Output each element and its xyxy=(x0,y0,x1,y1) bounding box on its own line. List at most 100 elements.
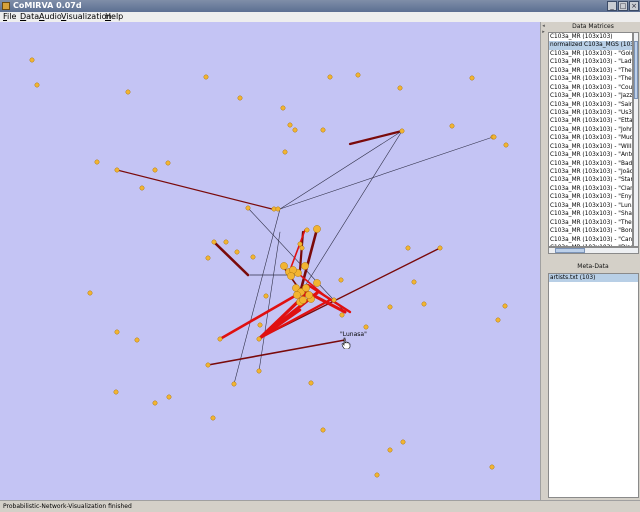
network-node[interactable] xyxy=(331,297,337,303)
network-node[interactable] xyxy=(387,447,393,453)
network-node[interactable] xyxy=(166,394,172,400)
network-node[interactable] xyxy=(125,89,131,95)
list-item[interactable]: C103a_MR (103x103) - "Lunasa" xyxy=(549,202,632,210)
network-node[interactable] xyxy=(293,291,301,299)
network-node[interactable] xyxy=(263,293,269,299)
network-node[interactable] xyxy=(374,472,380,478)
network-node[interactable] xyxy=(489,464,495,470)
list-item[interactable]: C103a_MR (103x103) xyxy=(549,33,632,41)
network-node[interactable] xyxy=(320,127,326,133)
menu-file[interactable]: File xyxy=(3,12,16,22)
minimize-button[interactable]: _ xyxy=(607,1,617,11)
network-node[interactable] xyxy=(29,57,35,63)
network-node[interactable] xyxy=(280,105,286,111)
menu-visualization[interactable]: Visualization xyxy=(61,12,112,22)
network-node[interactable] xyxy=(503,142,509,148)
network-node[interactable] xyxy=(400,439,406,445)
network-node[interactable] xyxy=(113,389,119,395)
list-item[interactable]: C103a_MR (103x103) - "Antonio Carlos" xyxy=(549,151,632,159)
list-item[interactable]: artists.txt (103) xyxy=(549,274,638,283)
network-node[interactable] xyxy=(205,362,211,368)
matrices-horizontal-scrollbar[interactable] xyxy=(548,247,639,254)
list-item[interactable]: C103a_MR (103x103) - "João Gilberto" xyxy=(549,168,632,176)
network-node[interactable] xyxy=(320,427,326,433)
list-item[interactable]: C103a_MR (103x103) - "Muddy Waters" xyxy=(549,134,632,142)
network-node[interactable] xyxy=(421,301,427,307)
network-node[interactable] xyxy=(399,128,405,134)
network-visualization-canvas[interactable]: "Lunasa" xyxy=(0,22,540,500)
network-node[interactable] xyxy=(313,279,321,287)
network-node[interactable] xyxy=(152,400,158,406)
network-node[interactable] xyxy=(313,225,321,233)
network-node[interactable] xyxy=(152,167,158,173)
network-node[interactable] xyxy=(355,72,361,78)
network-node[interactable] xyxy=(237,95,243,101)
maximize-button[interactable]: □ xyxy=(618,1,628,11)
menu-help[interactable]: Help xyxy=(105,12,123,22)
list-item[interactable]: C103a_MR (103x103) - "The Cranberries" xyxy=(549,75,632,83)
network-node[interactable] xyxy=(223,239,229,245)
menu-data[interactable]: Data xyxy=(20,12,39,22)
list-item[interactable]: C103a_MR (103x103) - "Goldfrapp" xyxy=(549,50,632,58)
network-node[interactable] xyxy=(271,206,277,212)
network-node[interactable] xyxy=(304,227,310,233)
network-node[interactable] xyxy=(211,239,217,245)
network-node[interactable] xyxy=(411,279,417,285)
list-item[interactable]: C103a_MR (103x103) - "William Orbit" xyxy=(549,143,632,151)
network-node[interactable] xyxy=(275,206,281,212)
network-node[interactable] xyxy=(299,245,305,251)
network-node[interactable] xyxy=(231,381,237,387)
network-node[interactable] xyxy=(449,123,455,129)
network-node[interactable] xyxy=(257,322,263,328)
network-node[interactable] xyxy=(299,296,307,304)
network-node[interactable] xyxy=(245,205,251,211)
network-node[interactable] xyxy=(502,303,508,309)
list-item[interactable]: C103a_MR (103x103) - "Bonnie" xyxy=(549,227,632,235)
list-item[interactable]: C103a_MR (103x103) - "Badesi" xyxy=(549,160,632,168)
network-node[interactable] xyxy=(495,317,501,323)
network-node[interactable] xyxy=(205,255,211,261)
network-node[interactable] xyxy=(397,85,403,91)
network-node[interactable] xyxy=(87,290,93,296)
list-item[interactable]: C103a_MR (103x103) - "Ladysmith" xyxy=(549,58,632,66)
network-node[interactable] xyxy=(250,254,256,260)
list-item[interactable]: C103a_MR (103x103) - "Cannonball" xyxy=(549,236,632,244)
list-item[interactable]: C103a_MR (103x103) - "Saint Etienne" xyxy=(549,101,632,109)
list-item[interactable]: C103a_MR (103x103) - "The Chieftains" xyxy=(549,219,632,227)
network-node[interactable] xyxy=(305,291,313,299)
network-node[interactable] xyxy=(301,262,309,270)
network-node[interactable] xyxy=(437,245,443,251)
list-item[interactable]: C103a_MR (103x103) - "Etta James" xyxy=(549,117,632,125)
list-item[interactable]: C103a_MR (103x103) - "Clannad" xyxy=(549,185,632,193)
network-node[interactable] xyxy=(165,160,171,166)
list-item[interactable]: C103a_MR (103x103) - "Stan Getz" xyxy=(549,176,632,184)
network-node[interactable] xyxy=(256,336,262,342)
network-node[interactable] xyxy=(302,284,310,292)
scrollbar-thumb[interactable] xyxy=(634,41,638,99)
network-node[interactable] xyxy=(114,329,120,335)
network-node[interactable] xyxy=(280,262,288,270)
data-matrices-list[interactable]: C103a_MR (103x103) normalized C103a_MGS (… xyxy=(548,32,633,247)
network-node[interactable] xyxy=(363,324,369,330)
network-node[interactable] xyxy=(234,249,240,255)
network-node[interactable] xyxy=(94,159,100,165)
network-graph[interactable] xyxy=(0,22,540,500)
list-item[interactable]: C103a_MR (103x103) - "Jazzanova" xyxy=(549,92,632,100)
close-button[interactable]: × xyxy=(629,1,639,11)
scrollbar-thumb[interactable] xyxy=(555,248,585,253)
network-node[interactable] xyxy=(339,312,345,318)
network-node[interactable] xyxy=(34,82,40,88)
network-node[interactable] xyxy=(203,74,209,80)
network-node[interactable] xyxy=(139,185,145,191)
network-node[interactable] xyxy=(387,304,393,310)
list-item[interactable]: C103a_MR (103x103) - "Us3" xyxy=(549,109,632,117)
network-node[interactable] xyxy=(287,122,293,128)
network-node[interactable] xyxy=(114,167,120,173)
network-node[interactable] xyxy=(210,415,216,421)
list-item[interactable]: C103a_MR (103x103) - "John Coltrane" xyxy=(549,126,632,134)
network-node[interactable] xyxy=(282,149,288,155)
list-item[interactable]: C103a_MR (103x103) - "Enya" xyxy=(549,193,632,201)
network-node[interactable] xyxy=(297,241,303,247)
menu-audio[interactable]: Audio xyxy=(39,12,62,22)
list-item[interactable]: normalized C103a_MGS (103x103) xyxy=(549,41,632,50)
